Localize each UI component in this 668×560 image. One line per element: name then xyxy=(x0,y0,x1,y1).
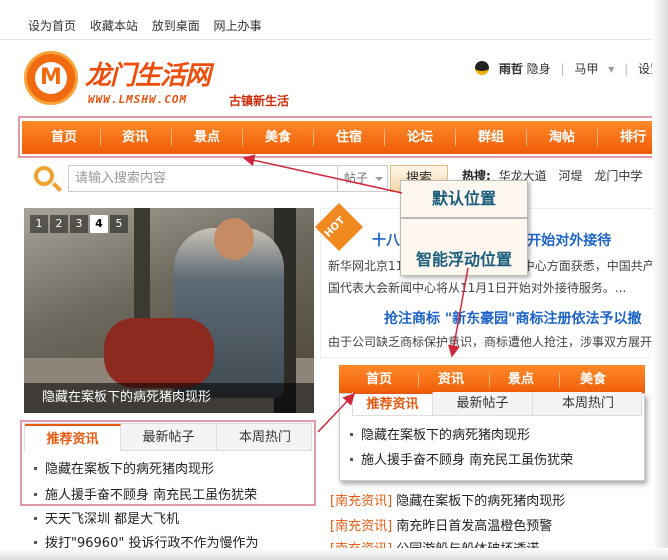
top-links: 设为首页 收藏本站 放到桌面 网上办事 xyxy=(28,17,272,34)
slider-page-active[interactable]: 4 xyxy=(90,215,108,233)
news-summary: 国代表大会新闻中心将从11月1日开始对外接待服务。... xyxy=(328,281,627,295)
alias-menu[interactable]: 马甲 xyxy=(574,62,598,76)
nav-separator xyxy=(559,373,560,387)
slider-page[interactable]: 1 xyxy=(30,215,48,233)
divider: | xyxy=(624,62,629,76)
nav-separator xyxy=(418,373,419,387)
browser-page: 设为首页 收藏本站 放到桌面 网上办事 M 龙门生活网 WWW.LMSHW.CO… xyxy=(0,0,668,560)
headline-link[interactable]: 抢注商标 "新东豪园"商标注册依法予以撤 xyxy=(384,308,641,328)
set-homepage-link[interactable]: 设为首页 xyxy=(28,19,76,33)
desktop-link[interactable]: 放到桌面 xyxy=(152,19,200,33)
window-shadow xyxy=(652,0,668,560)
hot-term[interactable]: 河堤 xyxy=(558,169,582,183)
float-tab-weekly-hot[interactable]: 本周热门 xyxy=(533,392,643,415)
hot-term[interactable]: 龙门中学 xyxy=(594,169,642,183)
chevron-down-icon: ▾ xyxy=(608,62,615,76)
top-bar: 设为首页 收藏本站 放到桌面 网上办事 xyxy=(0,0,668,40)
slider-caption[interactable]: 隐藏在案板下的病死猪肉现形 xyxy=(24,383,314,413)
search-input[interactable]: 请输入搜索内容 xyxy=(68,165,338,192)
invisible-toggle[interactable]: 隐身 xyxy=(527,62,551,76)
smart-float-callout: 智能浮动位置 xyxy=(400,218,528,276)
default-position-callout: 默认位置 xyxy=(400,180,528,218)
site-slogan: 古镇新生活 xyxy=(229,94,290,108)
online-services-link[interactable]: 网上办事 xyxy=(214,19,262,33)
slider-page[interactable]: 3 xyxy=(70,215,88,233)
float-list-item[interactable]: 隐藏在案板下的病死猪肉现形 xyxy=(350,424,530,443)
float-nav-item-sights[interactable]: 景点 xyxy=(491,365,551,395)
float-origin-highlight xyxy=(20,420,316,506)
site-title[interactable]: 龙门生活网 xyxy=(85,55,211,92)
bookmark-link[interactable]: 收藏本站 xyxy=(90,19,138,33)
float-nav-item-home[interactable]: 首页 xyxy=(349,365,409,395)
logo-icon[interactable]: M xyxy=(24,51,78,105)
news-summary: 由于公司缺乏商标保护意识，商标遭他人抢注，涉事双方展开 xyxy=(328,335,653,349)
default-position-highlight xyxy=(18,116,668,158)
news-row[interactable]: [南充资讯] 隐藏在案板下的病死猪肉现形 xyxy=(330,490,565,509)
float-tab-latest[interactable]: 最新帖子 xyxy=(433,392,533,415)
username[interactable]: 雨哲 xyxy=(499,62,523,76)
slider-page[interactable]: 5 xyxy=(110,215,128,233)
float-nav-item-news[interactable]: 资讯 xyxy=(421,365,481,395)
slider-page[interactable]: 2 xyxy=(50,215,68,233)
search-row: 请输入搜索内容 帖子 搜索 热搜: 华龙大道 河堤 龙门中学 庆 xyxy=(22,162,668,196)
nav-separator xyxy=(489,373,490,387)
floating-panel: 推荐资讯 最新帖子 本周热门 隐藏在案板下的病死猪肉现形 施人援手奋不顾身 南充… xyxy=(339,392,645,481)
float-list-item[interactable]: 施人援手奋不顾身 南充民工虽伤犹荣 xyxy=(350,449,573,468)
chevron-down-icon xyxy=(375,177,383,185)
window-shadow xyxy=(0,548,668,560)
float-nav-item-food[interactable]: 美食 xyxy=(563,365,623,395)
divider: | xyxy=(560,62,565,76)
search-type-select[interactable]: 帖子 xyxy=(338,165,388,192)
search-icon xyxy=(34,166,54,186)
site-url: WWW.LMSHW.COM xyxy=(88,93,188,106)
float-tabs: 推荐资讯 最新帖子 本周热门 xyxy=(352,392,642,416)
news-row[interactable]: [南充资讯] 南充昨日首发高温橙色预警 xyxy=(330,515,552,534)
floating-nav: 首页 资讯 景点 美食 xyxy=(339,365,645,395)
list-item[interactable]: 天天飞深圳 都是大飞机 xyxy=(34,508,179,527)
qq-penguin-icon xyxy=(475,61,489,75)
photo-slider[interactable]: 1 2 3 4 5 隐藏在案板下的病死猪肉现形 xyxy=(24,208,314,413)
float-tab-recommended[interactable]: 推荐资讯 xyxy=(353,392,433,415)
user-bar: 雨哲 隐身 | 马甲 ▾ | 设置 | xyxy=(475,60,668,77)
